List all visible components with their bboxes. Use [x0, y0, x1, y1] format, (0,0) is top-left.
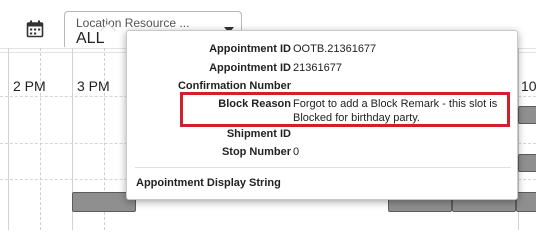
appointment-details-popup: Appointment ID OOTB.21361677 Appointment… — [126, 30, 518, 200]
grid-line — [8, 48, 9, 230]
field-value: 21361677 — [293, 62, 342, 74]
hour-label-2pm: 2 PM — [13, 78, 46, 94]
field-label: Stop Number — [221, 146, 291, 158]
grid-line — [40, 48, 41, 230]
field-label: Appointment ID — [209, 43, 291, 55]
blocked-slot[interactable] — [516, 192, 536, 212]
blocked-slot[interactable] — [518, 106, 536, 124]
appointment-display-string-label: Appointment Display String — [136, 177, 281, 189]
popup-arrow — [101, 24, 115, 31]
blocked-slot[interactable] — [518, 154, 536, 172]
hour-label-10: 10 — [521, 78, 536, 94]
hour-label-3pm: 3 PM — [77, 78, 110, 94]
location-resource-label: Location Resource ... — [76, 16, 190, 30]
field-value: Forgot to add a Block Remark - this slot… — [293, 98, 498, 124]
field-value: 0 — [293, 146, 300, 158]
calendar-icon[interactable] — [26, 20, 44, 38]
field-label: Confirmation Number — [177, 80, 291, 92]
location-resource-value: ALL — [76, 30, 105, 47]
field-label: Block Reason — [218, 98, 291, 110]
field-label: Appointment ID — [209, 62, 291, 74]
field-label: Shipment ID — [226, 128, 291, 140]
field-value: OOTB.21361677 — [293, 43, 377, 55]
divider — [135, 167, 511, 168]
